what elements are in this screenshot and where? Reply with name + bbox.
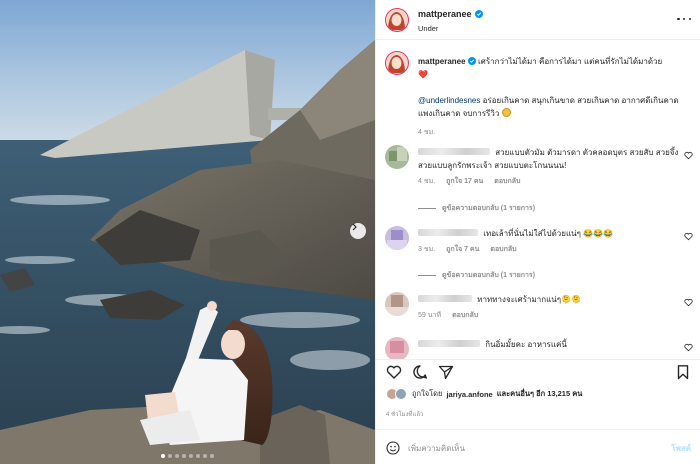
comment-reply-link[interactable]: ตอบกลับ xyxy=(490,243,516,256)
more-dot xyxy=(677,17,680,21)
blurred-commenter-name[interactable] xyxy=(418,295,472,302)
post-actions-bar: ถูกใจโดย jariya.anfone และคนอื่นๆ อีก 13… xyxy=(376,359,700,429)
carousel-dot xyxy=(175,454,179,458)
more-dot xyxy=(688,17,691,21)
comment-meta: 59 นาที ตอบกลับ xyxy=(418,309,680,322)
comment-text: ทาททางจะเศร้ามากแน่ๆ🫠🫠 xyxy=(477,295,581,304)
commenter-avatar[interactable] xyxy=(385,226,409,250)
liker-avatars xyxy=(386,388,408,400)
caption-mention-link[interactable]: @underlindesnes xyxy=(418,96,480,105)
blurred-avatar-image xyxy=(385,292,409,316)
comment-time: 4 ชม. xyxy=(418,178,436,185)
carousel-dot xyxy=(189,454,193,458)
post-photo[interactable] xyxy=(0,0,375,464)
comment-reply-link[interactable]: ตอบกลับ xyxy=(494,175,520,188)
more-dot xyxy=(682,17,686,21)
add-comment-bar: โพสต์ xyxy=(376,429,700,464)
share-icon[interactable] xyxy=(438,364,454,380)
red-heart-emoji: ❤️ xyxy=(418,70,428,79)
comment-body: สวยแบบตัวมัม ตัวมารดา ตัวคลอดบุตร สวยสับ… xyxy=(418,146,680,188)
carousel-dot xyxy=(182,454,186,458)
blurred-avatar-image xyxy=(385,337,409,359)
post-location[interactable]: Under xyxy=(418,24,438,33)
caption-body: mattperanee เศร้ากว่าไม่ได้มา คือการได้ม… xyxy=(418,55,688,139)
comment-body: ทาททางจะเศร้ามากแน่ๆ🫠🫠 59 นาที ตอบกลับ xyxy=(418,293,680,322)
carousel-dot-active xyxy=(161,454,165,458)
view-replies-link[interactable]: ดูข้อความตอบกลับ (1 รายการ) xyxy=(418,203,535,214)
avatar-image xyxy=(386,52,407,73)
comment-likes-link[interactable]: ถูกใจ 17 คน xyxy=(446,175,483,188)
blurred-commenter-name[interactable] xyxy=(418,148,490,155)
blurred-avatar-image xyxy=(385,226,409,250)
post-header: mattperanee Under xyxy=(376,0,700,40)
more-options-icon[interactable] xyxy=(677,14,691,24)
heart-icon[interactable] xyxy=(684,151,693,160)
liked-by-user[interactable]: jariya.anfone xyxy=(446,390,492,399)
comment-meta: 4 ชม. ถูกใจ 17 คน ตอบกลับ xyxy=(418,175,680,188)
carousel-indicator xyxy=(0,454,375,458)
carousel-next-button[interactable] xyxy=(350,223,366,239)
liker-avatar xyxy=(395,388,407,400)
commenter-avatar[interactable] xyxy=(385,337,409,359)
caption-author-avatar[interactable] xyxy=(385,51,409,75)
comment-reply-link[interactable]: ตอบกลับ xyxy=(452,309,478,322)
verified-badge-icon xyxy=(474,10,483,18)
comment-emoji: 😂😂😂 xyxy=(583,229,613,238)
caption-username[interactable]: mattperanee xyxy=(418,57,466,66)
heart-icon[interactable] xyxy=(684,343,693,352)
post-timestamp[interactable]: 4 ชั่วโมงที่แล้ว xyxy=(386,409,423,419)
blurred-commenter-name[interactable] xyxy=(418,229,478,236)
comment-time: 3 ชม. xyxy=(418,246,436,253)
comment-time: 59 นาที xyxy=(418,312,442,319)
caption-time: 4 ชม. xyxy=(418,129,436,136)
carousel-dot xyxy=(203,454,207,458)
liked-by-others[interactable]: และคนอื่นๆ อีก 13,215 คน xyxy=(497,388,583,400)
comment-body: กินอิ่มมั้ยคะ อาหารแค่นี้ xyxy=(418,338,680,351)
comment-body: เทอเล้าที่นั่นไม่ใส่ไปด้วยแน่ๆ 😂😂😂 3 ชม.… xyxy=(418,227,680,256)
likes-summary[interactable]: ถูกใจโดย jariya.anfone และคนอื่นๆ อีก 13… xyxy=(386,388,582,400)
comment-text: เทอเล้าที่นั่นไม่ใส่ไปด้วยแน่ๆ xyxy=(483,229,581,238)
heart-icon[interactable] xyxy=(684,298,693,307)
chevron-right-icon xyxy=(352,223,357,231)
carousel-dot xyxy=(196,454,200,458)
heart-icon[interactable] xyxy=(684,232,693,241)
liked-by-prefix: ถูกใจโดย xyxy=(412,389,443,398)
author-username[interactable]: mattperanee xyxy=(418,9,483,19)
caption-line-1: เศร้ากว่าไม่ได้มา คือการได้มา แต่คนที่รั… xyxy=(478,57,663,66)
blurred-commenter-name[interactable] xyxy=(418,340,480,347)
view-replies-link[interactable]: ดูข้อความตอบกลับ (1 รายการ) xyxy=(418,270,535,281)
comment-input[interactable] xyxy=(408,439,648,457)
comments-scroll-area[interactable]: mattperanee เศร้ากว่าไม่ได้มา คือการได้ม… xyxy=(376,41,700,359)
bookmark-icon[interactable] xyxy=(675,364,691,380)
avatar-image xyxy=(386,9,407,30)
blurred-avatar-image xyxy=(385,145,409,169)
commenter-avatar[interactable] xyxy=(385,292,409,316)
author-avatar[interactable] xyxy=(385,8,409,32)
commenter-avatar[interactable] xyxy=(385,145,409,169)
carousel-dot xyxy=(210,454,214,458)
comment-likes-link[interactable]: ถูกใจ 7 คน xyxy=(446,243,479,256)
post-comment-button[interactable]: โพสต์ xyxy=(671,442,691,455)
comment-text: กินอิ่มมั้ยคะ อาหารแค่นี้ xyxy=(485,340,567,349)
comment-icon[interactable] xyxy=(412,364,428,380)
emoji-icon[interactable] xyxy=(386,441,400,455)
comment-meta: 3 ชม. ถูกใจ 7 คน ตอบกลับ xyxy=(418,243,680,256)
grimace-emoji-icon xyxy=(501,108,511,117)
author-username-text[interactable]: mattperanee xyxy=(418,9,472,19)
heart-icon[interactable] xyxy=(386,364,402,380)
seaside-photo-image xyxy=(0,0,375,464)
post-detail-panel: mattperanee Under mattperanee เศร้ากว่าไ… xyxy=(375,0,700,464)
verified-badge-icon xyxy=(467,57,476,65)
carousel-dot xyxy=(168,454,172,458)
